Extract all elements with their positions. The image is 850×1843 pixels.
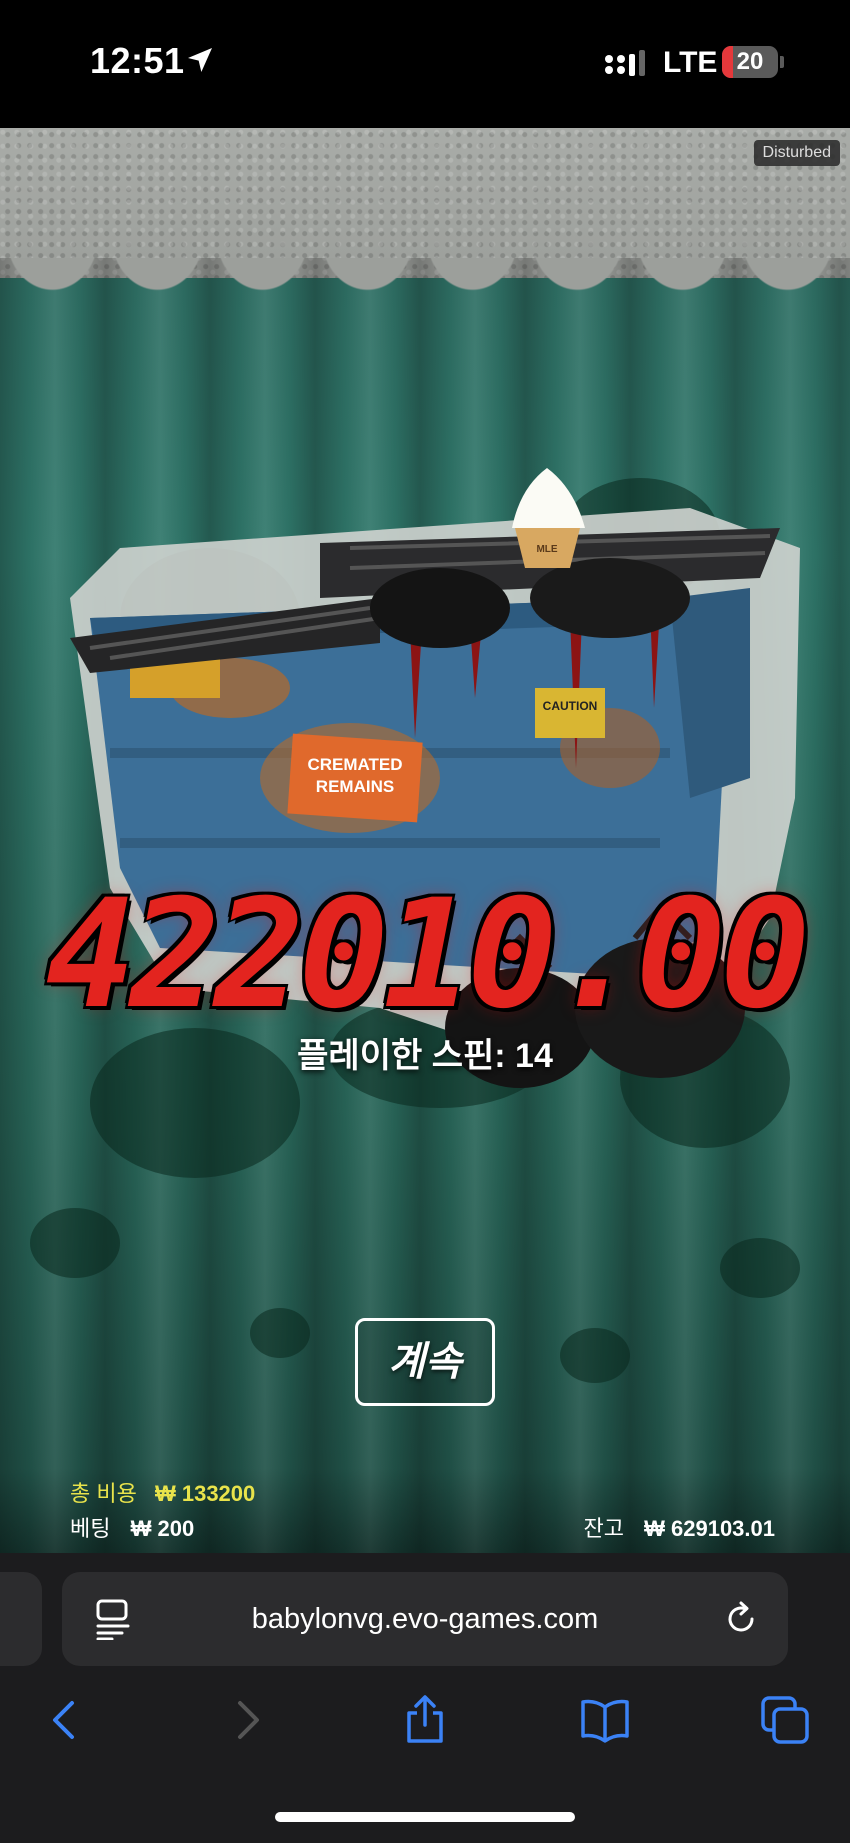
home-indicator (275, 1812, 575, 1822)
bet-info: 베팅 ₩ 200 (70, 1511, 194, 1543)
url-text[interactable]: babylonvg.evo-games.com (140, 1572, 710, 1666)
bet-value: ₩ 200 (130, 1516, 195, 1541)
location-arrow-icon (188, 48, 212, 72)
spins-played-text: 플레이한 스핀: 14 (297, 1037, 553, 1075)
balance-value: ₩ 629103.01 (644, 1516, 775, 1541)
balance-label: 잔고 (583, 1516, 624, 1541)
continue-button[interactable]: 계속 (355, 1318, 495, 1406)
curtain-valance (0, 128, 850, 278)
total-cost: 총 비용 ₩ 133200 (70, 1476, 255, 1508)
status-bar: 12:51 LTE 20 (0, 0, 850, 128)
battery-level: 20 (736, 48, 764, 75)
curtain-edge (0, 258, 850, 298)
battery-nub (780, 56, 784, 68)
bet-label: 베팅 (70, 1516, 111, 1541)
battery-indicator: 20 (722, 46, 778, 78)
game-area[interactable]: Disturbed CAUTION CREMATED REMAINS MLE 4… (0, 128, 850, 1553)
disturbed-badge: Disturbed (753, 140, 840, 166)
caution-sticker-label: CAUTION (543, 699, 598, 713)
bookmarks-icon[interactable] (580, 1695, 630, 1745)
tabs-icon[interactable] (760, 1695, 810, 1745)
blood-splat (250, 1308, 310, 1358)
status-time: 12:51 (90, 40, 185, 81)
previous-tab-peek[interactable] (0, 1572, 42, 1666)
win-amount-display: 422010.00 (45, 868, 811, 1042)
forward-icon[interactable] (222, 1695, 272, 1745)
blood-splat (560, 1328, 630, 1383)
page-menu-icon[interactable] (94, 1598, 134, 1640)
blood-splat (720, 1238, 800, 1298)
crate-label-line-2: REMAINS (316, 777, 394, 796)
share-icon[interactable] (400, 1695, 450, 1745)
balance-info: 잔고 ₩ 629103.01 (584, 1511, 775, 1543)
blood-splat (30, 1208, 120, 1278)
cone-label: MLE (536, 544, 557, 555)
reload-icon[interactable] (722, 1600, 760, 1638)
signal-icon (605, 50, 645, 76)
back-icon[interactable] (40, 1695, 90, 1745)
crate-label-line-1: CREMATED (307, 755, 402, 774)
network-type: LTE (663, 46, 718, 79)
total-cost-value: ₩ 133200 (154, 1481, 256, 1506)
total-cost-label: 총 비용 (70, 1481, 137, 1506)
